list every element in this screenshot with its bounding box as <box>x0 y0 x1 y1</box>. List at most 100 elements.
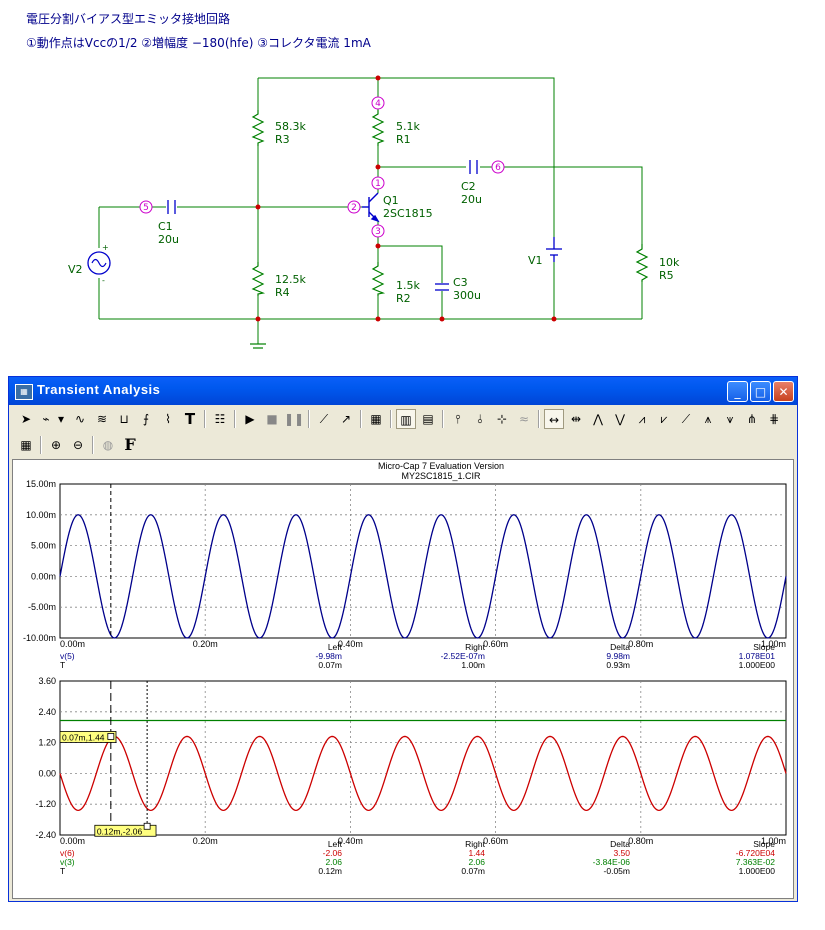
chart-title: Micro-Cap 7 Evaluation Version <box>378 461 504 471</box>
tag-icon[interactable]: ⋔ <box>742 409 762 429</box>
r5-symbol <box>635 244 649 282</box>
toolbar-main: ➤ ⌁ ▾ ∿ ≋ ⊔ ⨍ ⌇ T ☷ ▶ ■ ❚❚ ⟋ ↗ ▦ ▥ ▤ ⫯ ⫰… <box>12 408 796 432</box>
readout-value: 0.93m <box>606 660 630 670</box>
peak-wave-icon[interactable]: ⋀ <box>588 409 608 429</box>
peak-icon[interactable]: ⫯ <box>448 409 468 429</box>
select-arrow-icon[interactable]: ➤ <box>16 409 36 429</box>
y-tick-label: 15.00m <box>26 479 56 489</box>
readout-value: 1.000E00 <box>739 660 776 670</box>
y-tick-label: 5.00m <box>31 541 56 551</box>
q1-model: 2SC1815 <box>383 207 433 220</box>
stepping-icon[interactable]: ⌇ <box>158 409 178 429</box>
window-titlebar[interactable]: ▦ Transient Analysis _ □ ✕ <box>9 377 797 405</box>
y-tick-label: 1.20 <box>38 738 56 748</box>
valley-icon[interactable]: ⫰ <box>470 409 490 429</box>
r3-value: 58.3k <box>275 120 306 133</box>
pause-icon[interactable]: ❚❚ <box>284 409 304 429</box>
maximize-button[interactable]: □ <box>750 381 771 402</box>
window-title: Transient Analysis <box>37 382 161 397</box>
zoom-out-icon[interactable]: ⊖ <box>68 435 88 455</box>
app-icon: ▦ <box>15 384 33 400</box>
line-icon[interactable]: ⟋ <box>314 409 334 429</box>
globe-icon[interactable]: ◍ <box>98 435 118 455</box>
y-tick-label: -10.00m <box>23 633 56 643</box>
r3-symbol <box>251 110 265 146</box>
node-5-label: 5 <box>143 203 149 213</box>
series-line-v(5) <box>59 514 787 639</box>
v2-name: V2 <box>68 263 83 276</box>
y-tick-label: 0.00m <box>31 571 56 581</box>
high-icon[interactable]: ⊹ <box>492 409 512 429</box>
x-tick-label: 0.80m <box>628 639 653 649</box>
c1-name: C1 <box>158 220 173 233</box>
r4-symbol <box>251 262 266 296</box>
v1-battery-symbol <box>546 237 562 262</box>
r5-value: 10k <box>659 256 680 269</box>
cursor-marker[interactable] <box>143 822 151 830</box>
series-line-v(6) <box>59 735 787 812</box>
node-6-label: 6 <box>495 163 501 173</box>
cursor-mode-icon[interactable]: ⊔ <box>114 409 134 429</box>
node-2-label: 2 <box>351 203 357 213</box>
c2-value: 20u <box>461 193 482 206</box>
cursor-marker[interactable] <box>107 733 115 740</box>
c3-name: C3 <box>453 276 468 289</box>
y-tick-label: 3.60 <box>38 676 56 686</box>
tag-horizontal-icon[interactable]: ⋕ <box>764 409 784 429</box>
r4-value: 12.5k <box>275 273 306 286</box>
grid-bold-icon[interactable]: ▥ <box>396 409 416 429</box>
slope-icon[interactable]: ⟋ <box>676 409 696 429</box>
readout-value: 1.00m <box>461 660 485 670</box>
global-low-icon[interactable]: ⩚ <box>698 409 718 429</box>
component-icon[interactable]: ⌁ <box>36 409 56 429</box>
properties-icon[interactable]: ☷ <box>210 409 230 429</box>
x-tick-label: 0.60m <box>483 836 508 846</box>
font-icon[interactable]: F <box>120 435 140 455</box>
r3-name: R3 <box>275 133 290 146</box>
r2-symbol <box>371 262 386 296</box>
run-icon[interactable]: ▶ <box>240 409 260 429</box>
range-icon[interactable]: ⨍ <box>136 409 156 429</box>
resistors <box>251 110 649 296</box>
data-table-icon[interactable]: ▦ <box>16 435 36 455</box>
r1-value: 5.1k <box>396 120 420 133</box>
r1-symbol <box>371 110 385 146</box>
c1-value: 20u <box>158 233 179 246</box>
zoom-in-icon[interactable]: ⊕ <box>46 435 66 455</box>
x-tick-label: 0.20m <box>193 639 218 649</box>
y-tick-label: -2.40 <box>35 830 56 840</box>
inflection-icon[interactable]: ⩘ <box>632 409 652 429</box>
scope-icon[interactable]: ∿ <box>70 409 90 429</box>
left-right-cursor-icon[interactable]: ↔ <box>544 409 564 429</box>
circuit-wires <box>98 77 643 344</box>
circuit-schematic: 4 1 2 3 5 6 58.3k R3 5.1k R1 C2 20u Q1 2… <box>68 75 680 349</box>
arrow-line-icon[interactable]: ↗ <box>336 409 356 429</box>
x-tick-label: 0.60m <box>483 639 508 649</box>
low-icon[interactable]: ≈ <box>514 409 534 429</box>
readout-value: -0.05m <box>604 866 630 876</box>
node-3-label: 3 <box>375 227 381 237</box>
toolbar-secondary: ▦ ⊕ ⊖ ◍ F <box>12 434 212 458</box>
plot-area[interactable]: Micro-Cap 7 Evaluation Version MY2SC1815… <box>12 459 794 899</box>
text-icon[interactable]: T <box>180 409 200 429</box>
chart-subtitle: MY2SC1815_1.CIR <box>401 471 481 481</box>
r2-name: R2 <box>396 292 411 305</box>
dropdown-icon[interactable]: ▾ <box>56 409 66 429</box>
grid-icon[interactable]: ▦ <box>366 409 386 429</box>
v2-plus-sign: + <box>102 243 109 252</box>
minimize-button[interactable]: _ <box>727 381 748 402</box>
readout-value: 0.07m <box>461 866 485 876</box>
cursor-cross-icon[interactable]: ⇹ <box>566 409 586 429</box>
waveform-icon[interactable]: ≋ <box>92 409 112 429</box>
readout-row-label: T <box>60 660 65 670</box>
curve-tool-icon[interactable]: ⩛ <box>720 409 740 429</box>
y-tick-label: -5.00m <box>28 602 56 612</box>
q1-transistor-symbol <box>362 192 380 223</box>
stop-icon[interactable]: ■ <box>262 409 282 429</box>
bottom-plot: 3.602.401.200.00-1.20-2.400.00m 0.20m 0.40… <box>35 676 787 876</box>
grid-minor-icon[interactable]: ▤ <box>418 409 438 429</box>
close-button[interactable]: ✕ <box>773 381 794 402</box>
global-high-icon[interactable]: ⩗ <box>654 409 674 429</box>
valley-wave-icon[interactable]: ⋁ <box>610 409 630 429</box>
ground-symbol <box>250 343 266 349</box>
